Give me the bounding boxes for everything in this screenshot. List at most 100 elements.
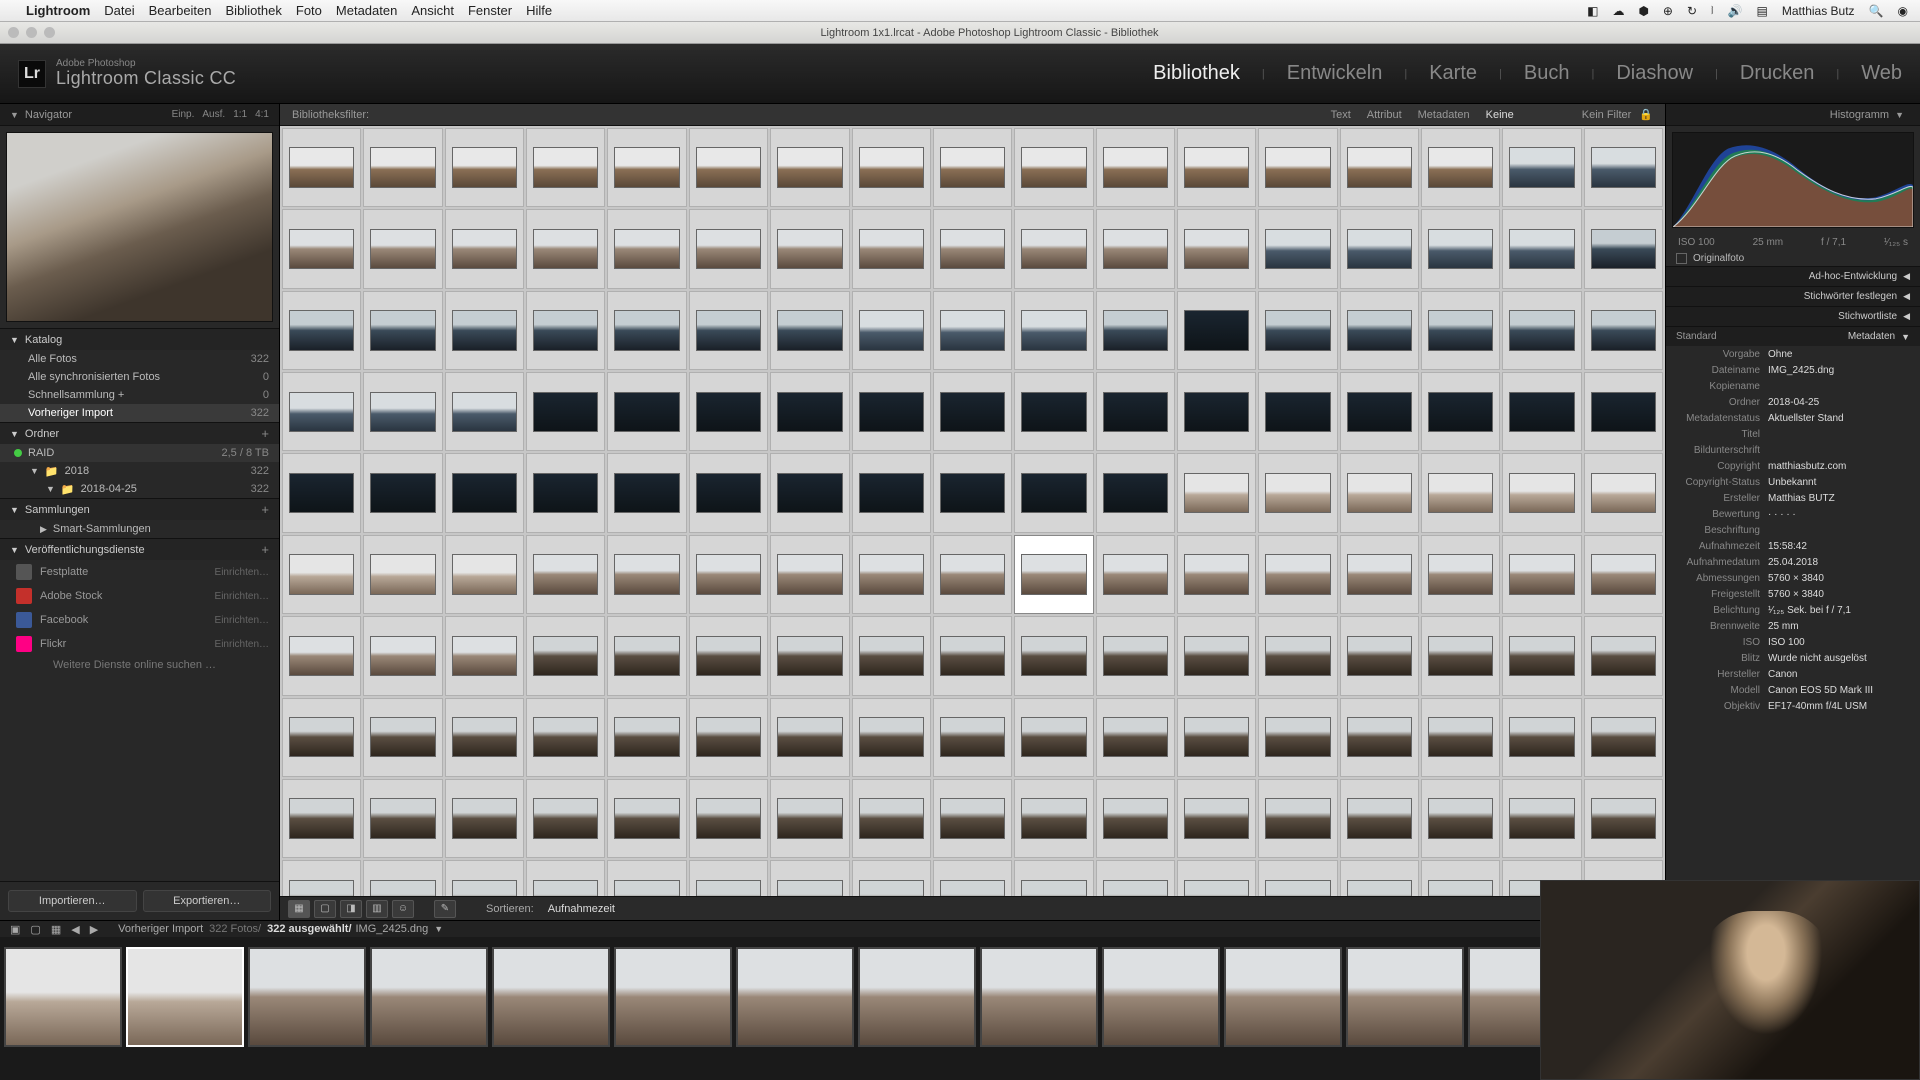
cloud-icon[interactable]: ☁ xyxy=(1612,4,1624,18)
search-icon[interactable]: 🔍 xyxy=(1869,4,1884,18)
thumbnail-cell[interactable] xyxy=(689,860,768,896)
thumbnail-cell[interactable] xyxy=(689,779,768,858)
thumbnail-cell[interactable] xyxy=(282,860,361,896)
thumbnail-cell[interactable] xyxy=(933,779,1012,858)
thumbnail-cell[interactable] xyxy=(445,453,524,532)
thumbnail-cell[interactable] xyxy=(1014,372,1093,451)
thumbnail-cell[interactable] xyxy=(1258,291,1337,370)
thumbnail-cell[interactable] xyxy=(1258,860,1337,896)
thumbnail-cell[interactable] xyxy=(526,698,605,777)
painter-button[interactable]: ✎ xyxy=(434,900,456,918)
thumbnail-cell[interactable] xyxy=(1584,535,1663,614)
thumbnail-cell[interactable] xyxy=(1258,698,1337,777)
thumbnail-cell[interactable] xyxy=(1340,535,1419,614)
filter-tab-text[interactable]: Text xyxy=(1331,109,1351,121)
filmstrip-thumb[interactable] xyxy=(980,947,1098,1047)
thumbnail-cell[interactable] xyxy=(1177,698,1256,777)
navigator-header[interactable]: ▼ Navigator Einp.Ausf.1:14:1 xyxy=(0,104,279,126)
metadata-row[interactable]: Copyrightmatthiasbutz.com xyxy=(1666,458,1920,474)
status-icon[interactable]: ◧ xyxy=(1587,4,1598,18)
thumbnail-cell[interactable] xyxy=(770,209,849,288)
filmstrip-thumb[interactable] xyxy=(248,947,366,1047)
filmstrip-thumb[interactable] xyxy=(614,947,732,1047)
publish-service-row[interactable]: FestplatteEinrichten… xyxy=(0,560,279,584)
metadata-row[interactable]: Aufnahmezeit15:58:42 xyxy=(1666,538,1920,554)
thumbnail-cell[interactable] xyxy=(689,616,768,695)
thumbnail-cell[interactable] xyxy=(607,779,686,858)
survey-view-button[interactable]: ▥ xyxy=(366,900,388,918)
thumbnail-cell[interactable] xyxy=(1340,453,1419,532)
setup-link[interactable]: Einrichten… xyxy=(215,639,269,650)
thumbnail-cell[interactable] xyxy=(689,291,768,370)
thumbnail-cell[interactable] xyxy=(933,616,1012,695)
metadata-row[interactable]: HerstellerCanon xyxy=(1666,666,1920,682)
thumbnail-cell[interactable] xyxy=(933,372,1012,451)
folder-row[interactable]: ▼📁2018-04-25322 xyxy=(0,480,279,498)
thumbnail-cell[interactable] xyxy=(445,860,524,896)
thumbnail-cell[interactable] xyxy=(363,779,442,858)
thumbnail-cell[interactable] xyxy=(1584,128,1663,207)
module-tab-drucken[interactable]: Drucken xyxy=(1740,62,1814,85)
thumbnail-cell[interactable] xyxy=(445,698,524,777)
thumbnail-cell[interactable] xyxy=(1502,535,1581,614)
volume-icon[interactable]: 🔊 xyxy=(1728,4,1743,18)
publish-service-row[interactable]: FlickrEinrichten… xyxy=(0,632,279,656)
thumbnail-cell[interactable] xyxy=(1502,128,1581,207)
forward-icon[interactable]: ▶ xyxy=(90,923,98,936)
thumbnail-cell[interactable] xyxy=(445,616,524,695)
metadata-row[interactable]: Kopiename xyxy=(1666,378,1920,394)
thumbnail-cell[interactable] xyxy=(1014,209,1093,288)
publish-header[interactable]: ▼ Veröffentlichungsdienste + xyxy=(0,538,279,560)
right-panel-header[interactable]: Ad-hoc-Entwicklung◀ xyxy=(1666,266,1920,286)
thumbnail-cell[interactable] xyxy=(1502,779,1581,858)
user-label[interactable]: Matthias Butz xyxy=(1782,4,1855,18)
thumbnail-cell[interactable] xyxy=(852,128,931,207)
thumbnail-cell[interactable] xyxy=(689,535,768,614)
thumbnail-cell[interactable] xyxy=(933,128,1012,207)
dropbox-icon[interactable]: ⬢ xyxy=(1638,4,1648,18)
thumbnail-cell[interactable] xyxy=(1421,372,1500,451)
thumbnail-cell[interactable] xyxy=(1014,453,1093,532)
catalog-row[interactable]: Alle Fotos322 xyxy=(0,350,279,368)
thumbnail-cell[interactable] xyxy=(363,209,442,288)
thumbnail-cell[interactable] xyxy=(1014,616,1093,695)
filter-tab-metadaten[interactable]: Metadaten xyxy=(1418,109,1470,121)
right-panel-header[interactable]: Stichwörter festlegen◀ xyxy=(1666,286,1920,306)
thumbnail-cell[interactable] xyxy=(607,372,686,451)
catalog-header[interactable]: ▼ Katalog xyxy=(0,328,279,350)
metadata-row[interactable]: Titel xyxy=(1666,426,1920,442)
setup-link[interactable]: Einrichten… xyxy=(215,567,269,578)
add-collection-icon[interactable]: + xyxy=(261,502,269,517)
thumbnail-cell[interactable] xyxy=(770,128,849,207)
nav-zoom-Ausf.[interactable]: Ausf. xyxy=(202,109,225,120)
metadata-row[interactable]: Belichtung¹⁄₁₂₅ Sek. bei f / 7,1 xyxy=(1666,602,1920,618)
thumbnail-cell[interactable] xyxy=(1177,860,1256,896)
thumbnail-cell[interactable] xyxy=(607,535,686,614)
menu-bibliothek[interactable]: Bibliothek xyxy=(226,3,282,18)
thumbnail-cell[interactable] xyxy=(1258,453,1337,532)
metadata-row[interactable]: Freigestellt5760 × 3840 xyxy=(1666,586,1920,602)
thumbnail-cell[interactable] xyxy=(607,209,686,288)
thumbnail-cell[interactable] xyxy=(770,453,849,532)
thumbnail-cell[interactable] xyxy=(1096,209,1175,288)
publish-service-row[interactable]: Adobe StockEinrichten… xyxy=(0,584,279,608)
filmstrip-thumb[interactable] xyxy=(736,947,854,1047)
export-button[interactable]: Exportieren… xyxy=(143,890,272,912)
thumbnail-cell[interactable] xyxy=(1340,291,1419,370)
thumbnail-cell[interactable] xyxy=(1096,453,1175,532)
thumbnail-cell[interactable] xyxy=(526,209,605,288)
thumbnail-cell[interactable] xyxy=(1421,209,1500,288)
sync-icon[interactable]: ↻ xyxy=(1687,4,1697,18)
thumbnail-cell[interactable] xyxy=(363,535,442,614)
thumbnail-cell[interactable] xyxy=(1014,128,1093,207)
thumbnail-cell[interactable] xyxy=(852,209,931,288)
thumbnail-cell[interactable] xyxy=(770,535,849,614)
thumbnail-cell[interactable] xyxy=(1177,209,1256,288)
thumbnail-cell[interactable] xyxy=(526,860,605,896)
thumbnail-cell[interactable] xyxy=(1584,453,1663,532)
main-window-icon[interactable]: ▣ xyxy=(10,923,20,936)
back-icon[interactable]: ◀ xyxy=(71,923,79,936)
metadata-row[interactable]: Bewertung· · · · · xyxy=(1666,506,1920,522)
thumbnail-cell[interactable] xyxy=(526,453,605,532)
thumbnail-cell[interactable] xyxy=(1502,616,1581,695)
